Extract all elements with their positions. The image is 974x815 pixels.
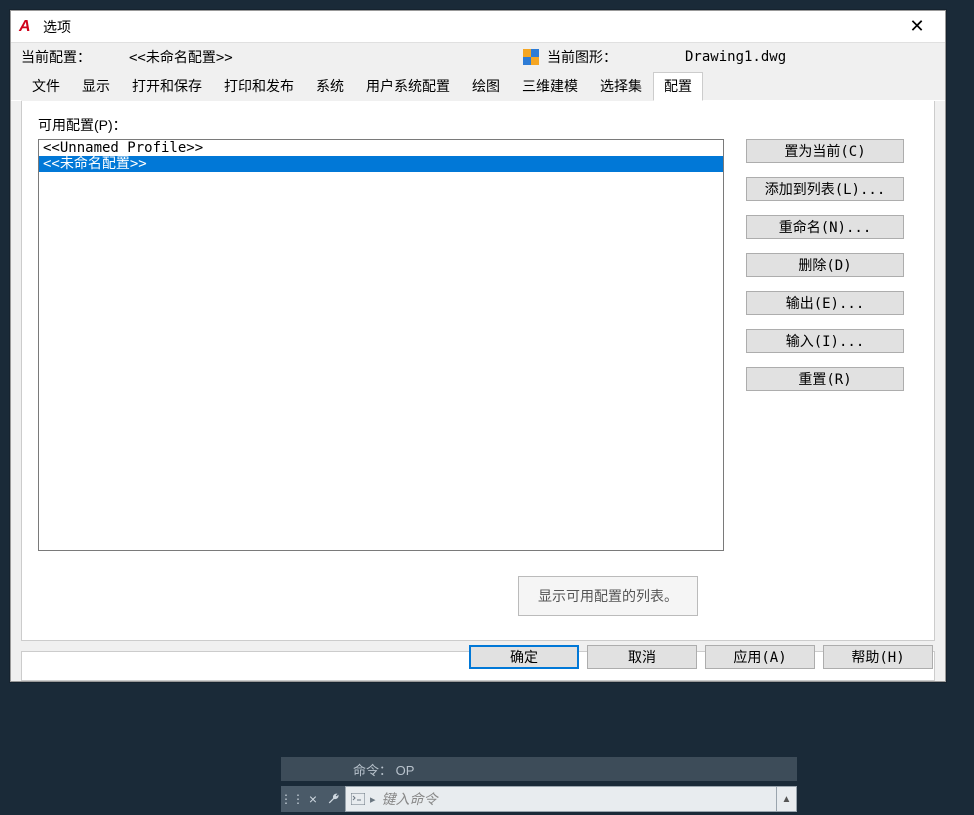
tab-system[interactable]: 系统 — [305, 72, 355, 101]
terminal-icon — [350, 792, 366, 806]
tab-3d-modeling[interactable]: 三维建模 — [511, 72, 589, 101]
tab-user-prefs[interactable]: 用户系统配置 — [355, 72, 461, 101]
apply-button[interactable]: 应用(A) — [705, 645, 815, 669]
dialog-bottom-buttons: 确定 取消 应用(A) 帮助(H) — [469, 645, 933, 669]
tab-open-save[interactable]: 打开和保存 — [121, 72, 213, 101]
tab-file[interactable]: 文件 — [21, 72, 71, 101]
dialog-title: 选项 — [43, 17, 897, 37]
close-icon: × — [309, 791, 317, 807]
command-customize-button[interactable] — [323, 786, 345, 812]
header-info: 当前配置： <<未命名配置>> 当前图形： Drawing1.dwg — [11, 43, 945, 69]
set-current-button[interactable]: 置为当前(C) — [746, 139, 904, 163]
delete-button[interactable]: 删除(D) — [746, 253, 904, 277]
profiles-listbox[interactable]: <<Unnamed Profile>> <<未命名配置>> — [38, 139, 724, 551]
tab-drafting[interactable]: 绘图 — [461, 72, 511, 101]
command-input[interactable]: ▸ 键入命令 — [345, 786, 777, 812]
rename-button[interactable]: 重命名(N)... — [746, 215, 904, 239]
grip-icon: ⋮⋮ — [280, 792, 304, 806]
drawing-icon — [523, 49, 539, 65]
add-to-list-button[interactable]: 添加到列表(L)... — [746, 177, 904, 201]
close-icon: ✕ — [909, 16, 924, 37]
tab-body-profiles: 可用配置(P)： <<Unnamed Profile>> <<未命名配置>> 置… — [21, 101, 935, 641]
chevron-right-icon: ▸ — [370, 793, 376, 806]
current-drawing-value: Drawing1.dwg — [685, 49, 786, 65]
tab-display[interactable]: 显示 — [71, 72, 121, 101]
current-profile-label: 当前配置： — [21, 47, 91, 67]
options-dialog: A 选项 ✕ 当前配置： <<未命名配置>> 当前图形： Drawing1.dw… — [10, 10, 946, 682]
ok-button[interactable]: 确定 — [469, 645, 579, 669]
tab-selection[interactable]: 选择集 — [589, 72, 653, 101]
export-button[interactable]: 输出(E)... — [746, 291, 904, 315]
close-button[interactable]: ✕ — [897, 13, 937, 41]
chevron-up-icon: ▲ — [782, 794, 792, 805]
current-drawing-label: 当前图形： — [547, 47, 617, 67]
profile-item[interactable]: <<未命名配置>> — [39, 156, 723, 172]
wrench-icon — [327, 792, 341, 806]
profiles-list-label: 可用配置(P)： — [38, 115, 918, 135]
import-button[interactable]: 输入(I)... — [746, 329, 904, 353]
profile-item[interactable]: <<Unnamed Profile>> — [39, 140, 723, 156]
reset-button[interactable]: 重置(R) — [746, 367, 904, 391]
current-profile-value: <<未命名配置>> — [129, 47, 233, 67]
titlebar: A 选项 ✕ — [11, 11, 945, 43]
tab-strip: 文件 显示 打开和保存 打印和发布 系统 用户系统配置 绘图 三维建模 选择集 … — [11, 71, 945, 101]
tab-profiles[interactable]: 配置 — [653, 72, 703, 101]
command-bar: ⋮⋮ × ▸ 键入命令 ▲ — [281, 786, 797, 812]
help-button[interactable]: 帮助(H) — [823, 645, 933, 669]
command-history: 命令： OP — [281, 757, 797, 781]
command-close-button[interactable]: × — [303, 786, 323, 812]
profiles-tooltip: 显示可用配置的列表。 — [518, 576, 698, 616]
tab-plot-publish[interactable]: 打印和发布 — [213, 72, 305, 101]
cancel-button[interactable]: 取消 — [587, 645, 697, 669]
profile-side-buttons: 置为当前(C) 添加到列表(L)... 重命名(N)... 删除(D) 输出(E… — [746, 139, 904, 551]
command-placeholder: 键入命令 — [382, 789, 772, 809]
command-expand-button[interactable]: ▲ — [777, 786, 797, 812]
app-icon: A — [19, 19, 35, 35]
command-drag-handle[interactable]: ⋮⋮ — [281, 786, 303, 812]
